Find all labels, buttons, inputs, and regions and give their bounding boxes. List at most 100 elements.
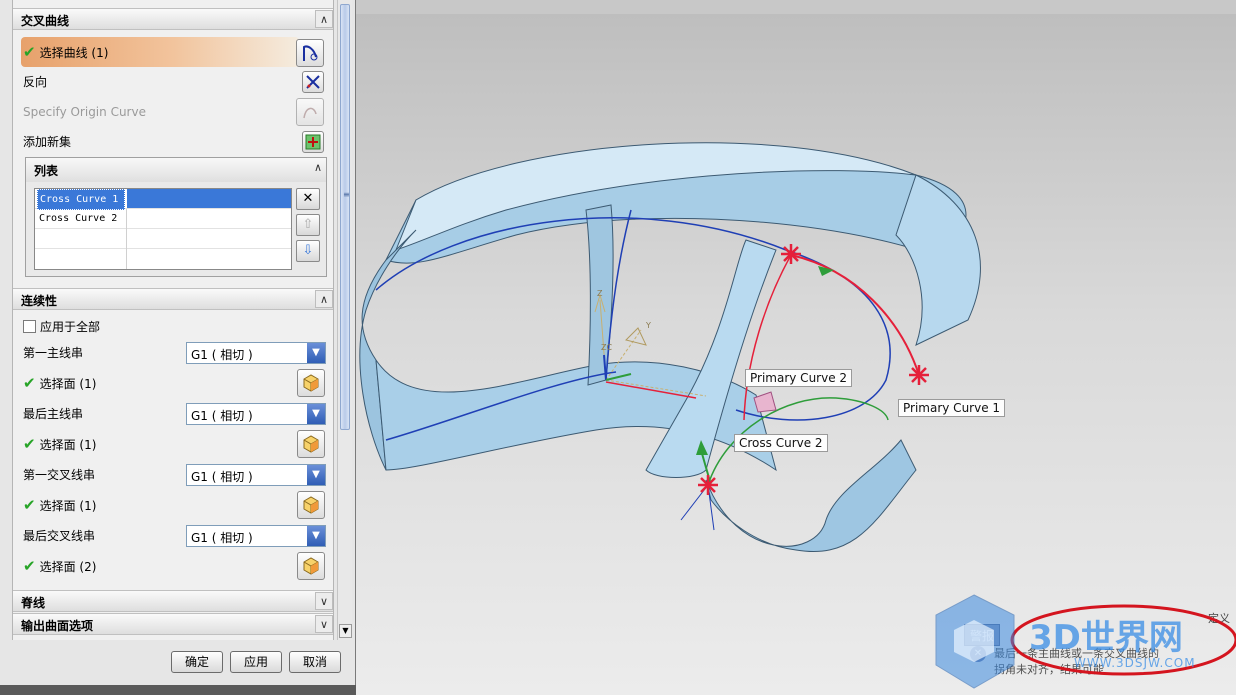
through-curve-mesh-dialog: 交叉曲线 ∧ ✔ 选择曲线 (1) 反向 Specify Origin Curve…	[0, 0, 356, 695]
section-spine-header[interactable]: 脊线 ∨	[13, 590, 333, 612]
close-icon[interactable]: ✕	[970, 646, 986, 662]
cube-face-icon	[303, 374, 319, 392]
selected-cross-curve-1	[790, 254, 920, 376]
select-face-button[interactable]	[297, 430, 325, 458]
face-select-label: 选择面 (1)	[39, 499, 97, 513]
collapse-up-icon[interactable]: ∧	[315, 290, 333, 308]
select-curve-label: 选择曲线 (1)	[39, 46, 109, 60]
move-up-button[interactable]: ⇧	[296, 214, 320, 236]
remove-item-button[interactable]: ✕	[296, 188, 320, 210]
expand-down-icon[interactable]: ∨	[315, 592, 333, 610]
curve-select-button[interactable]	[296, 39, 324, 67]
cross-curve-list[interactable]: Cross Curve 1 Cross Curve 2	[34, 188, 292, 270]
checkmark-icon: ✔	[23, 496, 36, 514]
face-select-row[interactable]: ✔ 选择面 (1)	[23, 493, 96, 517]
select-value: G1 ( 相切 )	[191, 531, 253, 545]
reverse-direction-button[interactable]	[302, 71, 324, 93]
select-value: G1 ( 相切 )	[191, 470, 253, 484]
list-item-empty	[35, 229, 291, 249]
face-select-row[interactable]: ✔ 选择面 (1)	[23, 432, 96, 456]
reverse-row: 反向	[23, 70, 47, 94]
continuity-last-cross-select[interactable]: G1 ( 相切 ) ▼	[186, 525, 326, 547]
collapse-up-icon[interactable]: ∧	[314, 161, 322, 174]
list-item-cell	[127, 189, 291, 208]
arrow-up-icon: ⇧	[302, 217, 314, 232]
apply-all-checkbox[interactable]	[23, 320, 36, 333]
chevron-down-icon[interactable]: ▼	[307, 465, 325, 485]
expand-down-icon[interactable]: ∨	[315, 615, 333, 633]
select-value: G1 ( 相切 )	[191, 409, 253, 423]
reverse-label: 反向	[23, 75, 48, 89]
origin-curve-label: Specify Origin Curve	[23, 105, 146, 119]
collapse-up-icon[interactable]: ∧	[315, 10, 333, 28]
grip-icon: ≡	[343, 190, 350, 199]
csys-y-label: Y	[645, 321, 651, 330]
list-item-name: Cross Curve 1	[37, 189, 125, 210]
continuity-last-primary-select[interactable]: G1 ( 相切 ) ▼	[186, 403, 326, 425]
chevron-down-icon[interactable]: ▼	[307, 526, 325, 546]
add-new-set-row: 添加新集	[23, 130, 71, 154]
cancel-button[interactable]: 取消	[289, 651, 341, 673]
csys-z-label: Z	[597, 289, 603, 298]
cube-face-icon	[303, 557, 319, 575]
section-continuity-header[interactable]: 连续性 ∧	[13, 288, 333, 310]
list-item-empty	[35, 249, 291, 269]
add-set-icon	[305, 134, 321, 150]
primary-curve-2-tag: Primary Curve 2	[745, 369, 853, 387]
chevron-down-icon[interactable]: ▼	[307, 343, 325, 363]
curve-select-icon	[303, 45, 318, 61]
ok-button[interactable]: 确定	[171, 651, 223, 673]
scroll-down-arrow[interactable]: ▼	[339, 624, 352, 638]
list-item[interactable]: Cross Curve 2	[35, 209, 291, 229]
origin-curve-icon	[303, 107, 317, 119]
list-item[interactable]: Cross Curve 1	[35, 189, 291, 210]
dialog-scroll-panel: 交叉曲线 ∧ ✔ 选择曲线 (1) 反向 Specify Origin Curve…	[12, 0, 334, 640]
face-select-label: 选择面 (1)	[39, 377, 97, 391]
section-cross-curve-header[interactable]: 交叉曲线 ∧	[13, 8, 333, 30]
move-down-button[interactable]: ⇩	[296, 240, 320, 262]
select-face-button[interactable]	[297, 369, 325, 397]
list-header[interactable]: 列表 ∧	[26, 158, 326, 182]
face-select-row[interactable]: ✔ 选择面 (1)	[23, 371, 96, 395]
section-cross-curve-title: 交叉曲线	[21, 14, 70, 28]
dialog-scrollbar[interactable]: ≡ ▼	[337, 0, 352, 640]
select-curve-label-row[interactable]: ✔ 选择曲线 (1)	[23, 40, 108, 64]
chevron-down-icon[interactable]: ▼	[307, 404, 325, 424]
select-face-button[interactable]	[297, 491, 325, 519]
origin-curve-button[interactable]	[296, 98, 324, 126]
continuity-first-cross-select[interactable]: G1 ( 相切 ) ▼	[186, 464, 326, 486]
continuity-first-primary-select[interactable]: G1 ( 相切 ) ▼	[186, 342, 326, 364]
dialog-bottom-edge	[0, 685, 356, 695]
scrollbar-thumb[interactable]	[340, 4, 350, 430]
alert-line-1: 最后一条主曲线或一条交叉曲线的	[994, 647, 1159, 660]
section-output-header[interactable]: 输出曲面选项 ∨	[13, 613, 333, 635]
ring-right-surface	[895, 174, 981, 346]
cube-face-icon	[303, 496, 319, 514]
continuity-label: 第一主线串	[23, 346, 84, 360]
apply-button[interactable]: 应用	[230, 651, 282, 673]
select-face-button[interactable]	[297, 552, 325, 580]
point-marker-right	[909, 365, 929, 385]
graphics-viewport[interactable]: Z ZC Y Primary Curve 2 Primary Curve 1 C…	[356, 0, 1236, 695]
checkmark-icon: ✔	[23, 374, 36, 392]
apply-all-label: 应用于全部	[40, 320, 101, 334]
list-item-name: Cross Curve 2	[39, 213, 118, 224]
alert-badge: 警报	[964, 624, 1000, 646]
continuity-first-cross-row: 第一交叉线串	[23, 463, 95, 487]
cross-curve-2-tag: Cross Curve 2	[734, 434, 828, 452]
alert-message-box: 警报 最后一条主曲线或一条交叉曲线的 拐角未对齐，结果可能 定义 ✕	[960, 612, 1236, 686]
reverse-direction-icon	[306, 75, 320, 89]
alert-line-2: 拐角未对齐，结果可能	[994, 663, 1104, 676]
list-title: 列表	[34, 164, 59, 178]
apply-all-row[interactable]: 应用于全部	[23, 315, 100, 339]
continuity-label: 最后主线串	[23, 407, 84, 421]
csys-zc-label: ZC	[601, 343, 612, 352]
checkmark-icon: ✔	[23, 557, 36, 575]
model-canvas[interactable]: Z ZC Y	[356, 0, 1236, 695]
chevron-down-icon: ▼	[342, 626, 349, 635]
list-group: 列表 ∧ Cross Curve 1 Cross Curve 2 ✕ ⇧ ⇩	[25, 157, 327, 277]
continuity-label: 第一交叉线串	[23, 468, 96, 482]
face-select-row[interactable]: ✔ 选择面 (2)	[23, 554, 96, 578]
add-new-set-button[interactable]	[302, 131, 324, 153]
alert-edge-text: 定义	[1208, 612, 1230, 625]
